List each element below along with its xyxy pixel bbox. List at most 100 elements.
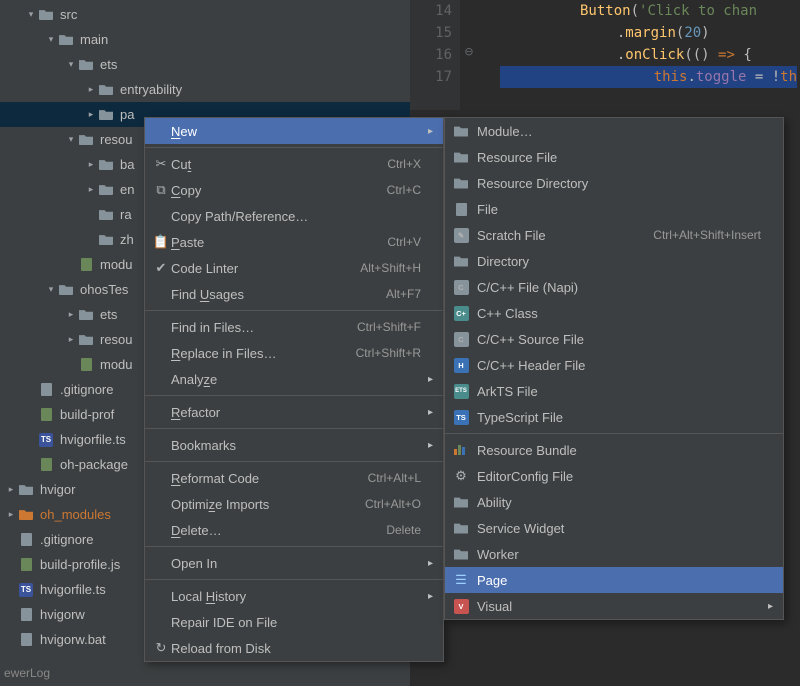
menu-item[interactable]: Refactor▸ [145,399,443,425]
json-icon [78,257,94,273]
code-line[interactable]: .margin(20) [500,22,797,44]
chevron-right-icon: ▸ [421,440,433,451]
menu-item[interactable]: CC/C++ Source File [445,326,783,352]
menu-item[interactable]: Copy Path/Reference… [145,203,443,229]
menu-item[interactable]: Bookmarks▸ [145,432,443,458]
folder-icon [451,123,471,139]
line-number: 16 [410,44,452,66]
chevron-down-icon[interactable]: ▾ [24,9,38,20]
chevron-right-icon[interactable]: ▸ [64,334,78,345]
menu-item-label: C/C++ Header File [477,358,761,373]
menu-item[interactable]: ⚙EditorConfig File [445,463,783,489]
menu-item-shortcut: Delete [386,523,421,537]
menu-item[interactable]: Ability [445,489,783,515]
code-line[interactable]: .onClick(() => { [500,44,797,66]
chevron-right-icon[interactable]: ▸ [84,184,98,195]
menu-item[interactable]: CC/C++ File (Napi) [445,274,783,300]
chevron-down-icon[interactable]: ▾ [44,34,58,45]
context-menu[interactable]: New▸ ✂CutCtrl+X⧉CopyCtrl+CCopy Path/Refer… [144,117,444,662]
menu-item[interactable]: ETSArkTS File [445,378,783,404]
folder-icon [98,82,114,98]
menu-item-label: Analyze [171,372,421,387]
menu-item[interactable]: Reformat CodeCtrl+Alt+L [145,465,443,491]
chevron-right-icon[interactable]: ▸ [64,309,78,320]
menu-item-label: Bookmarks [171,438,421,453]
menu-item[interactable]: Worker [445,541,783,567]
menu-item[interactable]: Optimize ImportsCtrl+Alt+O [145,491,443,517]
menu-item-shortcut: Ctrl+C [387,183,421,197]
menu-item[interactable]: Local History▸ [145,583,443,609]
line-number: 15 [410,22,452,44]
menu-item[interactable]: ☰Page [445,567,783,593]
menu-item[interactable]: 📋PasteCtrl+V [145,229,443,255]
menu-item-shortcut: Ctrl+V [387,235,421,249]
resource-bundle-icon [451,442,471,458]
chevron-right-icon[interactable]: ▸ [4,509,18,520]
chevron-right-icon[interactable]: ▸ [4,484,18,495]
menu-item[interactable]: Find UsagesAlt+F7 [145,281,443,307]
tree-item-label: hvigorw [40,607,85,622]
editor[interactable]: 14151617 ⊖ Button('Click to chan .margin… [410,0,800,110]
menu-item[interactable]: Directory [445,248,783,274]
typescript-icon [38,432,54,448]
menu-item[interactable]: Resource File [445,144,783,170]
tree-item-label: resou [100,132,133,147]
menu-item[interactable]: ↻Reload from Disk [145,635,443,661]
file-icon [38,382,54,398]
menu-item[interactable]: Resource Bundle [445,437,783,463]
menu-item[interactable]: File [445,196,783,222]
menu-item-label: Ability [477,495,761,510]
tree-row[interactable]: ▾ ets [0,52,410,77]
menu-item[interactable]: Open In▸ [145,550,443,576]
code-line[interactable]: Button('Click to chan [500,0,797,22]
chevron-right-icon[interactable]: ▸ [84,84,98,95]
tree-row[interactable]: ▸entryability [0,77,410,102]
context-submenu-new[interactable]: Module… Resource FileResource DirectoryFi… [444,117,784,620]
tree-item-label: ba [120,157,134,172]
menu-item-label: Visual [477,599,761,614]
menu-item-label: Delete… [171,523,386,538]
tool-window-label[interactable]: ewerLog [0,666,50,680]
chevron-down-icon[interactable]: ▾ [64,59,78,70]
menu-item[interactable]: Service Widget [445,515,783,541]
tree-item-label: ets [100,57,117,72]
scratch-icon: ✎ [451,227,471,243]
tree-row[interactable]: ▾src [0,2,410,27]
menu-item[interactable]: Find in Files…Ctrl+Shift+F [145,314,443,340]
tree-item-label: modu [100,357,133,372]
fold-icon[interactable]: ⊖ [462,44,476,60]
chevron-right-icon: ▸ [421,126,433,137]
menu-item[interactable]: C+C++ Class [445,300,783,326]
line-gutter: 14151617 [410,0,460,110]
menu-item[interactable]: Analyze▸ [145,366,443,392]
chevron-right-icon: ▸ [421,558,433,569]
menu-item[interactable]: ✔Code LinterAlt+Shift+H [145,255,443,281]
menu-item[interactable]: TSTypeScript File [445,404,783,430]
menu-item[interactable]: Repair IDE on File [145,609,443,635]
menu-item[interactable]: Replace in Files…Ctrl+Shift+R [145,340,443,366]
chevron-right-icon[interactable]: ▸ [84,109,98,120]
chevron-down-icon[interactable]: ▾ [44,284,58,295]
menu-item-label: Optimize Imports [171,497,365,512]
tree-item-label: pa [120,107,134,122]
menu-item[interactable]: ✎Scratch FileCtrl+Alt+Shift+Insert [445,222,783,248]
tree-item-label: hvigorfile.ts [60,432,126,447]
menu-item[interactable]: Module… [445,118,783,144]
tree-item-label: .gitignore [40,532,93,547]
folder-icon [98,182,114,198]
code-line[interactable]: this.toggle = !th [500,66,797,88]
chevron-right-icon[interactable]: ▸ [84,159,98,170]
tree-row[interactable]: ▾main [0,27,410,52]
menu-item-label: Find in Files… [171,320,357,335]
menu-item[interactable]: Resource Directory [445,170,783,196]
menu-item-label: Module… [477,124,761,139]
menu-item[interactable]: New▸ [145,118,443,144]
menu-item[interactable]: ⧉CopyCtrl+C [145,177,443,203]
menu-item[interactable]: Delete…Delete [145,517,443,543]
menu-item[interactable]: ✂CutCtrl+X [145,151,443,177]
chevron-down-icon[interactable]: ▾ [64,134,78,145]
menu-item[interactable]: VVisual▸ [445,593,783,619]
menu-item[interactable]: HC/C++ Header File [445,352,783,378]
menu-item-label: Copy [171,183,387,198]
code-area[interactable]: Button('Click to chan .margin(20) .onCli… [500,0,797,88]
